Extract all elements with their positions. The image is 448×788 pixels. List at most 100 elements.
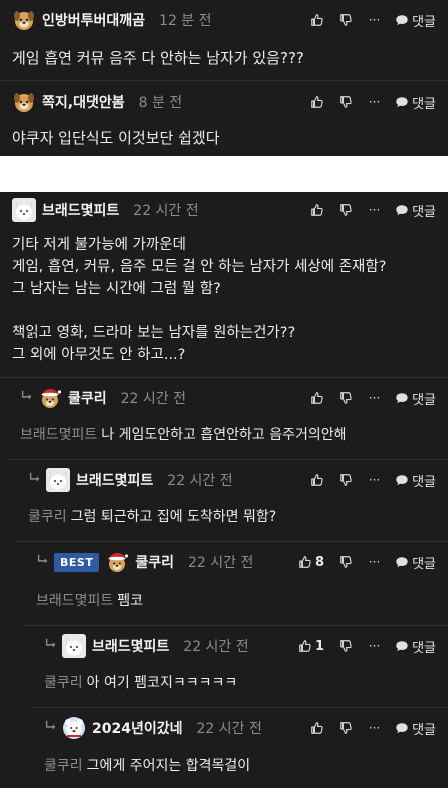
comment-time: 22 시간 전 — [187, 555, 254, 571]
reply-label: 댓글 — [412, 204, 436, 220]
thumb-up-icon[interactable] — [302, 90, 331, 114]
dog-avatar-icon[interactable] — [12, 8, 36, 32]
comment-actions: 8 ··· 댓글 — [298, 550, 436, 574]
comment-actions: ··· 댓글 — [302, 198, 436, 222]
reply-arrow-icon — [28, 471, 44, 489]
reply-arrow-icon — [44, 637, 60, 655]
comment-nickname[interactable]: 쪽지,대댓안봄 — [42, 92, 125, 112]
comment-time: 22 시간 전 — [196, 721, 262, 737]
reply-button[interactable]: 댓글 — [395, 553, 436, 572]
comment-divider — [8, 459, 448, 460]
speech-bubble-icon — [395, 391, 409, 405]
comment-actions: ··· 댓글 — [302, 90, 436, 114]
comment-text: 쿨쿠리 아 여기 펨코지ㅋㅋㅋㅋㅋ — [44, 672, 237, 694]
more-options-icon[interactable]: ··· — [360, 198, 389, 222]
reply-label: 댓글 — [412, 14, 436, 30]
comment-text: 기타 저게 불가능에 가까운데 게임, 흡연, 커뮤, 음주 모든 걸 안 하는… — [12, 237, 387, 363]
thumb-down-icon[interactable] — [331, 716, 360, 740]
thumb-down-icon[interactable] — [331, 90, 360, 114]
separator-band — [0, 156, 448, 192]
white-dog-avatar-icon[interactable] — [46, 468, 70, 492]
thumb-up-icon — [298, 555, 312, 569]
like-count: 1 — [315, 638, 325, 654]
comment-text: 야쿠자 입단식도 이것보단 쉽겠다 — [12, 129, 220, 147]
thumb-up-icon[interactable] — [302, 468, 331, 492]
mention-tag[interactable]: 쿨쿠리 — [44, 675, 83, 691]
reply-arrow-icon — [44, 719, 60, 737]
reply-label: 댓글 — [412, 722, 436, 738]
more-options-icon[interactable]: ··· — [360, 90, 389, 114]
reply-arrow-icon — [36, 553, 52, 571]
speech-bubble-icon — [395, 639, 409, 653]
reply-button[interactable]: 댓글 — [395, 201, 436, 220]
comment-nickname[interactable]: 2024년이갔네 — [92, 718, 183, 738]
comment-body: 그에게 주어지는 합격목걸이 — [86, 758, 251, 774]
more-options-icon[interactable]: ··· — [360, 468, 389, 492]
like-button[interactable]: 8 — [298, 550, 331, 574]
comment-time: 22 시간 전 — [133, 203, 199, 219]
like-button[interactable]: 1 — [298, 634, 331, 658]
more-options-icon[interactable]: ··· — [360, 386, 389, 410]
thumb-up-icon[interactable] — [302, 716, 331, 740]
thumb-up-icon[interactable] — [302, 386, 331, 410]
thumb-up-icon[interactable] — [302, 198, 331, 222]
comment-time: 22 시간 전 — [183, 639, 249, 655]
reply-arrow-icon — [20, 389, 36, 407]
speech-bubble-icon — [395, 203, 409, 217]
comment-nickname[interactable]: 브래드몇피트 — [92, 636, 169, 656]
more-options-icon[interactable]: ··· — [360, 716, 389, 740]
mention-tag[interactable]: 브래드몇피트 — [20, 427, 97, 443]
thumb-down-icon[interactable] — [331, 634, 360, 658]
reply-button[interactable]: 댓글 — [395, 11, 436, 30]
comment-nickname[interactable]: 브래드몇피트 — [42, 200, 119, 220]
speech-bubble-icon — [395, 555, 409, 569]
reply-label: 댓글 — [412, 474, 436, 490]
comment-nickname[interactable]: 인방버투버대깨곰 — [42, 10, 145, 30]
comment-nickname[interactable]: 브래드몇피트 — [76, 470, 153, 490]
bear-avatar-icon[interactable] — [62, 716, 86, 740]
comment-body: 펨코 — [117, 593, 144, 609]
comment-nickname[interactable]: 쿨쿠리 — [68, 388, 107, 408]
more-options-icon[interactable]: ··· — [360, 634, 389, 658]
comment-time: 8 분 전 — [138, 95, 183, 111]
comment-time: 22 시간 전 — [120, 391, 186, 407]
reply-button[interactable]: 댓글 — [395, 719, 436, 738]
reply-button[interactable]: 댓글 — [395, 93, 436, 112]
thumb-down-icon[interactable] — [331, 8, 360, 32]
reply-label: 댓글 — [412, 96, 436, 112]
comment-actions: ··· 댓글 — [302, 8, 436, 32]
comment-divider — [32, 707, 448, 708]
santa-dog-avatar-icon[interactable] — [105, 550, 129, 574]
thumb-up-icon[interactable] — [302, 8, 331, 32]
reply-button[interactable]: 댓글 — [395, 637, 436, 656]
more-options-icon[interactable]: ··· — [360, 8, 389, 32]
more-options-icon[interactable]: ··· — [360, 550, 389, 574]
white-dog-avatar-icon[interactable] — [62, 634, 86, 658]
thumb-down-icon[interactable] — [331, 550, 360, 574]
speech-bubble-icon — [395, 473, 409, 487]
mention-tag[interactable]: 쿨쿠리 — [28, 509, 67, 525]
thumb-down-icon[interactable] — [331, 468, 360, 492]
reply-button[interactable]: 댓글 — [395, 389, 436, 408]
santa-dog-avatar-icon[interactable] — [38, 386, 62, 410]
comment-text: 브래드몇피트 나 게임도안하고 흡연안하고 음주거의안해 — [20, 424, 346, 446]
comment-text: 게임 흡연 커뮤 음주 다 안하는 남자가 있음??? — [12, 49, 304, 67]
thumb-down-icon[interactable] — [331, 386, 360, 410]
comment-actions: 1 ··· 댓글 — [298, 634, 436, 658]
reply-button[interactable]: 댓글 — [395, 471, 436, 490]
comment-body: 나 게임도안하고 흡연안하고 음주거의안해 — [101, 427, 347, 443]
comment-text: 쿨쿠리 그럼 퇴근하고 집에 도착하면 뭐함? — [28, 506, 276, 528]
speech-bubble-icon — [395, 13, 409, 27]
speech-bubble-icon — [395, 721, 409, 735]
comment-nickname[interactable]: 쿨쿠리 — [135, 552, 174, 572]
comment-body: 그럼 퇴근하고 집에 도착하면 뭐함? — [70, 509, 277, 525]
best-badge: BEST — [54, 552, 100, 572]
mention-tag[interactable]: 쿨쿠리 — [44, 758, 83, 774]
dog-avatar-icon[interactable] — [12, 90, 36, 114]
comment-text: 브래드몇피트 펨코 — [36, 590, 143, 612]
white-dog-avatar-icon[interactable] — [12, 198, 36, 222]
mention-tag[interactable]: 브래드몇피트 — [36, 593, 113, 609]
thumb-down-icon[interactable] — [331, 198, 360, 222]
reply-label: 댓글 — [412, 556, 436, 572]
comment-divider — [0, 80, 448, 81]
